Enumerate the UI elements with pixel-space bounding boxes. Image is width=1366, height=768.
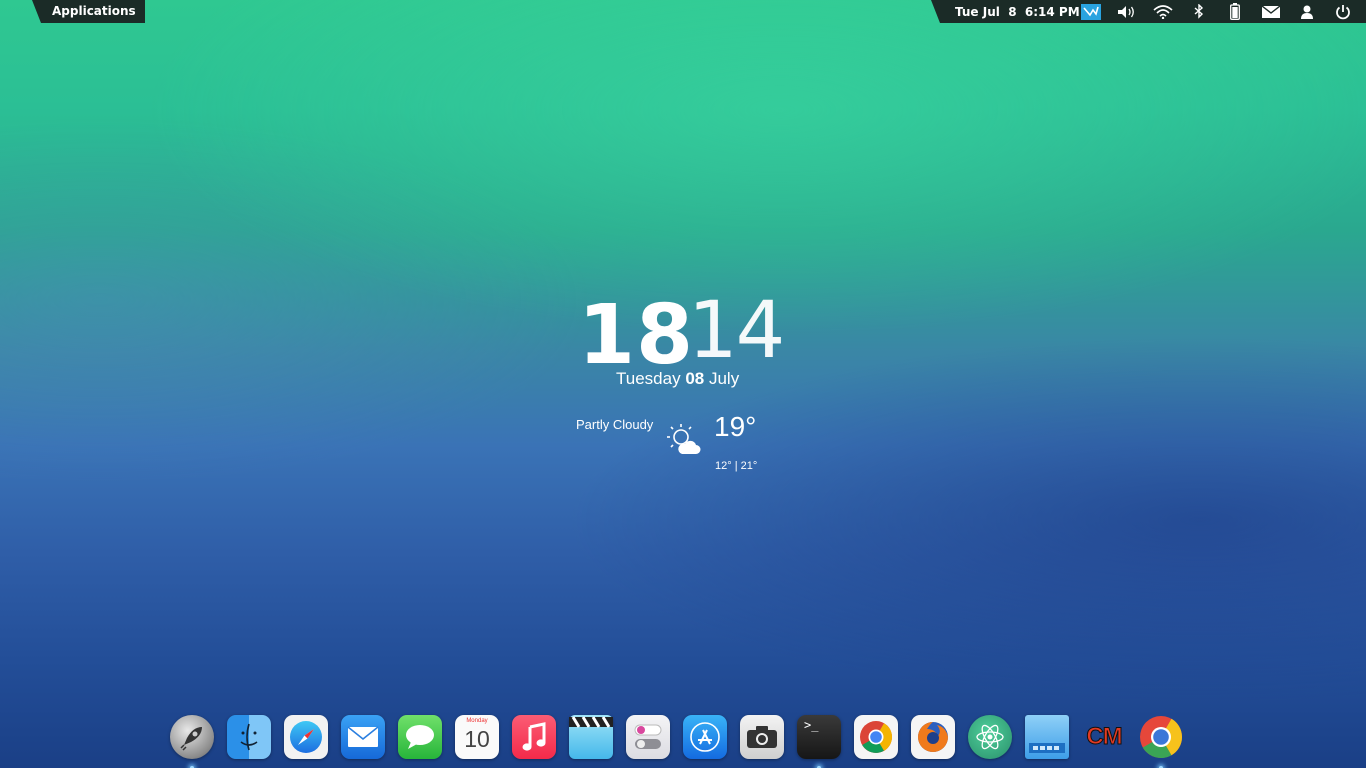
dock-item-chromium[interactable]	[1139, 715, 1183, 768]
rocket-icon	[180, 726, 202, 751]
dock-item-atom[interactable]	[968, 714, 1012, 759]
clock-separator: :	[673, 310, 687, 356]
clapperboard-icon	[569, 715, 613, 728]
cm-logo-icon: CM	[1086, 722, 1123, 750]
dock-item-finder[interactable]	[227, 714, 271, 759]
dock-item-safari[interactable]	[284, 714, 328, 759]
weather-temperature: 19°	[714, 411, 757, 442]
dock-item-app-store[interactable]	[683, 714, 727, 759]
weather-condition: Partly Cloudy	[576, 417, 654, 432]
partly-cloudy-icon	[666, 423, 702, 463]
chrome-icon	[860, 720, 892, 753]
dock: Monday 10 >_ CM	[170, 709, 1183, 768]
dock-item-messages[interactable]	[398, 714, 442, 759]
applications-menu-label: Applications	[52, 4, 136, 18]
date-weekday: Tuesday	[616, 369, 681, 388]
mail-icon[interactable]	[1253, 0, 1289, 23]
weather-range: 12° | 21°	[715, 460, 758, 472]
dock-item-camera[interactable]	[740, 714, 784, 759]
date-month: July	[708, 369, 740, 388]
app-store-icon	[690, 721, 720, 752]
system-tray: Tue Jul 8 6:14 PM	[931, 0, 1366, 23]
firefox-icon	[918, 721, 948, 752]
dock-item-launchpad[interactable]	[170, 714, 214, 768]
toggle-switches-icon	[634, 724, 662, 749]
compass-icon	[290, 720, 322, 753]
dock-item-cm[interactable]: CM	[1082, 715, 1126, 759]
clock-minute: 14	[688, 286, 785, 376]
date-day: 08	[685, 369, 705, 388]
dock-item-calendar[interactable]: Monday 10	[455, 714, 499, 759]
dock-item-videos[interactable]	[569, 714, 613, 759]
dock-item-settings[interactable]	[626, 714, 670, 759]
dock-item-music[interactable]	[512, 714, 556, 759]
envelope-icon	[347, 725, 379, 747]
dock-item-mail[interactable]	[341, 714, 385, 759]
power-icon[interactable]	[1325, 0, 1361, 23]
chromium-icon	[1140, 715, 1182, 758]
wifi-icon[interactable]	[1145, 0, 1181, 23]
atom-icon	[976, 724, 1004, 749]
dock-item-terminal[interactable]: >_	[797, 714, 841, 768]
dock-item-files[interactable]	[1025, 714, 1069, 759]
volume-icon[interactable]	[1109, 0, 1145, 23]
dock-item-firefox[interactable]	[911, 714, 955, 759]
panel-clock[interactable]: Tue Jul 8 6:14 PM	[955, 5, 1080, 19]
chat-bubble-icon	[406, 724, 434, 749]
battery-icon[interactable]	[1217, 0, 1253, 23]
clock-weather-desklet: 18 : 14 Tuesday 08 July Partly Cloudy 19…	[560, 285, 820, 485]
user-icon[interactable]	[1289, 0, 1325, 23]
terminal-icon: >_	[804, 717, 819, 732]
bluetooth-icon[interactable]	[1181, 0, 1217, 23]
camera-icon	[747, 725, 777, 748]
folder-window-icon	[1029, 742, 1065, 753]
clock-date: Tuesday 08 July	[616, 369, 739, 389]
applications-menu-button[interactable]: Applications	[32, 0, 145, 23]
calendar-weekday: Monday	[466, 717, 488, 724]
finder-icon	[240, 723, 258, 750]
dock-item-chrome[interactable]	[854, 714, 898, 759]
app-indicator-icon[interactable]	[1073, 0, 1109, 23]
calendar-day: 10	[464, 725, 490, 752]
music-note-icon	[522, 721, 546, 751]
